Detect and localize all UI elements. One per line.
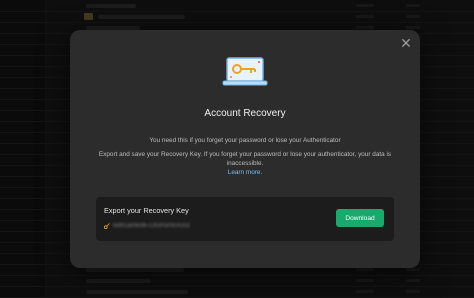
- modal-title: Account Recovery: [204, 108, 286, 119]
- recovery-key-panel: Export your Recovery Key tu9t1a0fe96-CKt…: [96, 197, 394, 241]
- modal-details: Export and save your Recovery Key. If yo…: [86, 150, 404, 177]
- recovery-key-masked: tu9t1a0fe96-CKtPurNrXzsz: [113, 223, 191, 229]
- account-recovery-modal: ✕ Account Recovery You need this if you …: [70, 30, 420, 268]
- recovery-key-label: Export your Recovery Key: [104, 206, 189, 215]
- laptop-key-icon: [221, 56, 269, 95]
- close-icon[interactable]: ✕: [399, 36, 413, 50]
- download-button[interactable]: Download: [336, 209, 384, 227]
- learn-more-link[interactable]: Learn more.: [228, 169, 262, 176]
- modal-description: You need this if you forget your passwor…: [149, 137, 341, 144]
- key-icon: [104, 223, 110, 229]
- recovery-key-value: tu9t1a0fe96-CKtPurNrXzsz: [104, 222, 190, 230]
- details-text: Export and save your Recovery Key. If yo…: [98, 151, 392, 167]
